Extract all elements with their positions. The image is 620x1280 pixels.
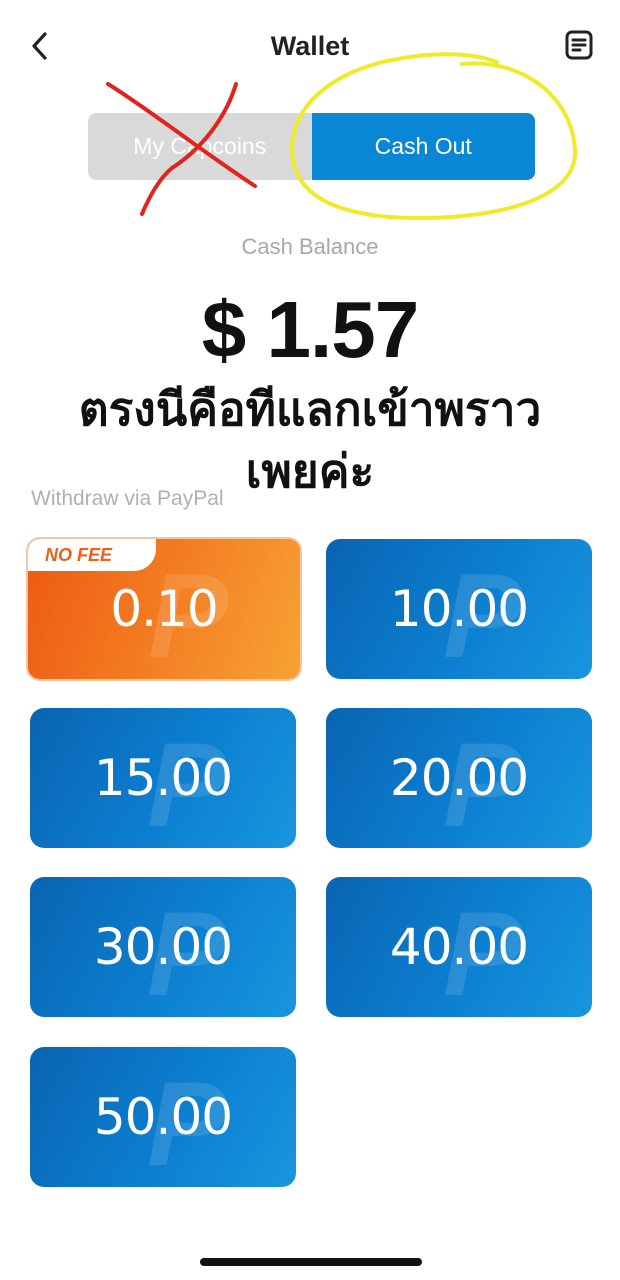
annotation-caption-line: ตรงนีคือทีแลกเข้าพราว [78, 382, 542, 436]
cashout-option[interactable]: P 20.00 [326, 708, 592, 848]
cashout-amount: 30.00 [93, 918, 233, 976]
transaction-history-button[interactable] [560, 26, 598, 64]
cash-balance-label: Cash Balance [241, 234, 379, 259]
annotation-caption: ตรงนีคือทีแลกเข้าพราว เพยค่ะ [0, 378, 620, 502]
cash-balance-amount: $ 1.57 [201, 285, 419, 374]
cashout-option[interactable]: P 30.00 [30, 877, 296, 1017]
no-fee-badge: NO FEE [28, 539, 156, 571]
cashout-amount: 50.00 [93, 1088, 233, 1146]
cashout-option[interactable]: P 0.10 NO FEE [26, 537, 302, 681]
cashout-amount: 40.00 [389, 918, 529, 976]
cashout-option[interactable]: P 40.00 [326, 877, 592, 1017]
tab-my-capcoins[interactable]: My Capcoins [88, 113, 312, 180]
tab-label: My Capcoins [133, 133, 267, 159]
tab-cash-out[interactable]: Cash Out [311, 113, 535, 180]
cashout-amount: 0.10 [110, 580, 218, 638]
cashout-amount: 20.00 [389, 749, 529, 807]
receipt-icon [565, 30, 593, 60]
page-title: Wallet [270, 31, 350, 61]
tab-label: Cash Out [374, 133, 472, 159]
cashout-option[interactable]: P 15.00 [30, 708, 296, 848]
cashout-option[interactable]: P 50.00 [30, 1047, 296, 1187]
annotation-caption-line: เพยค่ะ [245, 444, 375, 498]
wallet-tabs: My Capcoins Cash Out [88, 113, 535, 180]
home-indicator[interactable] [200, 1258, 422, 1266]
cashout-option[interactable]: P 10.00 [326, 539, 592, 679]
cashout-amount: 10.00 [389, 580, 529, 638]
cashout-amount: 15.00 [93, 749, 233, 807]
